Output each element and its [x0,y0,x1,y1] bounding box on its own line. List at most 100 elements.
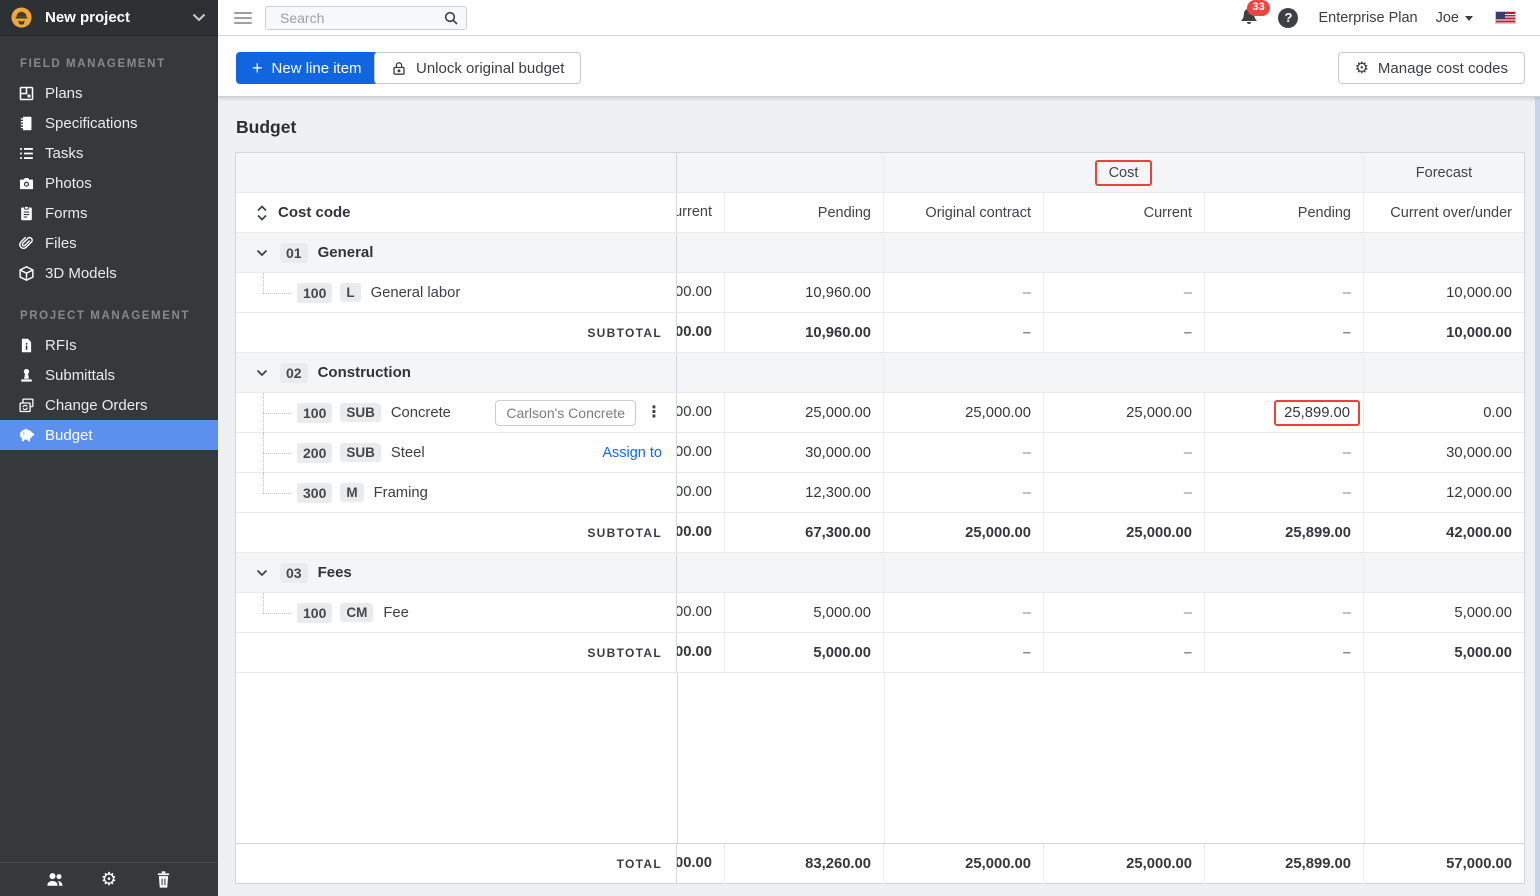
sidebar-item-files[interactable]: Files [0,228,218,258]
help-icon[interactable]: ? [1278,8,1298,28]
section-row-construction[interactable]: 02 Construction [236,353,1524,393]
sidebar-item-label: Files [45,235,77,252]
tree-line [263,473,264,493]
chevron-down-icon[interactable] [256,369,268,377]
value-cell-current[interactable]: – [1044,473,1205,512]
column-header-pending: Pending [725,193,884,232]
sidebar-item-budget[interactable]: Budget [0,420,218,450]
value-cell-pending[interactable]: 30,000.00 [725,433,884,472]
new-line-item-button[interactable]: + New line item [236,52,378,84]
unlock-original-budget-button[interactable]: Unlock original budget [374,52,581,84]
value-cell-pending[interactable]: 10,960.00 [725,273,884,312]
value-cell-over-under[interactable]: 0.00 [1364,393,1524,432]
gear-icon[interactable]: ⚙ [99,870,119,890]
value-cell-current[interactable]: – [1044,593,1205,632]
search-input[interactable] [265,6,467,30]
item-code-badge: 100 [297,603,332,623]
value-cell-pending[interactable]: 12,300.00 [725,473,884,512]
value-cell-pending-cost[interactable]: – [1205,593,1364,632]
manage-cost-codes-button[interactable]: ⚙ Manage cost codes [1338,52,1525,84]
value-cell-current[interactable]: – [1044,273,1205,312]
value-cell-original-contract[interactable]: – [884,473,1044,512]
section-empty-cell [1364,553,1524,592]
total-current: 25,000.00 [1044,844,1205,884]
section-row-fees[interactable]: 03 Fees [236,553,1524,593]
us-flag-icon[interactable] [1495,11,1516,24]
forms-icon [18,205,35,222]
value-cell-current-partial[interactable]: 000.00 [677,273,725,312]
value-cell-over-under[interactable]: 10,000.00 [1364,273,1524,312]
chevron-down-icon[interactable] [256,249,268,257]
files-icon [18,235,35,252]
subtotal-original-contract: 25,000.00 [884,513,1044,552]
value-cell-pending-cost[interactable]: 25,899.00 [1205,393,1364,432]
line-item-row-general-labor: 100 L General labor 000.00 10,960.00 – –… [236,273,1524,313]
value-cell-pending[interactable]: 5,000.00 [725,593,884,632]
subtotal-row-general: SUBTOTAL 000.00 10,960.00 – – – 10,000.0… [236,313,1524,353]
tree-line [263,453,291,454]
value-cell-current-partial[interactable]: 000.00 [677,593,725,632]
value-cell-original-contract[interactable]: 25,000.00 [884,393,1044,432]
hamburger-menu-icon[interactable] [234,9,252,27]
sidebar-item-forms[interactable]: Forms [0,198,218,228]
subtotal-current-partial: 000.00 [677,513,725,552]
vertical-scrollbar[interactable] [1535,97,1540,896]
assignee-chip[interactable]: Carlson's Concrete [495,400,636,426]
search-icon[interactable] [443,10,459,26]
value-cell-over-under[interactable]: 30,000.00 [1364,433,1524,472]
subtotal-pending: 5,000.00 [725,633,884,672]
value-cell-pending-cost[interactable]: – [1205,273,1364,312]
section-row-general[interactable]: 01 General [236,233,1524,273]
sidebar-item-change-orders[interactable]: Change Orders [0,390,218,420]
item-type-badge: M [340,483,363,502]
value-cell-original-contract[interactable]: – [884,593,1044,632]
sidebar-item-3d-models[interactable]: 3D Models [0,258,218,288]
value-cell-current-partial[interactable]: 000.00 [677,473,725,512]
sidebar-item-specifications[interactable]: Specifications [0,108,218,138]
sidebar-item-label: Forms [45,205,88,222]
sidebar-item-plans[interactable]: Plans [0,78,218,108]
sidebar-item-label: Submittals [45,367,115,384]
topbar: 33 ? Enterprise Plan Joe [218,0,1540,36]
subtotal-label: SUBTOTAL [587,326,676,340]
item-name: Concrete [391,405,451,421]
sidebar-item-photos[interactable]: Photos [0,168,218,198]
item-code-badge: 100 [297,403,332,423]
sidebar-item-label: Photos [45,175,92,192]
sidebar-item-label: RFIs [45,337,77,354]
value-cell-original-contract[interactable]: – [884,433,1044,472]
value-cell-current-partial[interactable]: 000.00 [677,433,725,472]
section-code-badge: 02 [280,363,308,383]
value-cell-current[interactable]: 25,000.00 [1044,393,1205,432]
kebab-menu-icon[interactable]: ⋮ [646,405,662,421]
subtotal-label: SUBTOTAL [587,646,676,660]
value-cell-pending-cost[interactable]: – [1205,473,1364,512]
total-current-partial: 000.00 [677,844,725,884]
project-selector[interactable]: New project [0,0,218,36]
people-icon[interactable] [45,870,65,890]
notifications-bell-icon[interactable]: 33 [1238,6,1262,30]
value-cell-over-under[interactable]: 5,000.00 [1364,593,1524,632]
assign-to-link[interactable]: Assign to [602,445,662,461]
sidebar-item-tasks[interactable]: Tasks [0,138,218,168]
column-header-current-partial: urrent [677,193,725,232]
value-cell-original-contract[interactable]: – [884,273,1044,312]
value-cell-pending[interactable]: 25,000.00 [725,393,884,432]
item-name: Fee [383,605,409,621]
budget-table: Cost Forecast Cost code urrent Pending O… [235,152,1525,884]
change-orders-icon [18,397,35,414]
value-highlight-box: 25,899.00 [1274,400,1360,426]
user-menu[interactable]: Joe [1436,10,1473,26]
value-cell-over-under[interactable]: 12,000.00 [1364,473,1524,512]
sidebar-item-submittals[interactable]: Submittals [0,360,218,390]
value-cell-current[interactable]: – [1044,433,1205,472]
trash-icon[interactable] [153,870,173,890]
new-line-item-label: New line item [272,60,362,77]
sort-icon[interactable] [256,204,268,222]
value-cell-pending-cost[interactable]: – [1205,433,1364,472]
value-cell-current-partial[interactable]: 000.00 [677,393,725,432]
cost-highlight-box: Cost [1095,160,1153,186]
sidebar-item-rfis[interactable]: RFIs [0,330,218,360]
tree-line [263,293,291,294]
chevron-down-icon[interactable] [256,569,268,577]
